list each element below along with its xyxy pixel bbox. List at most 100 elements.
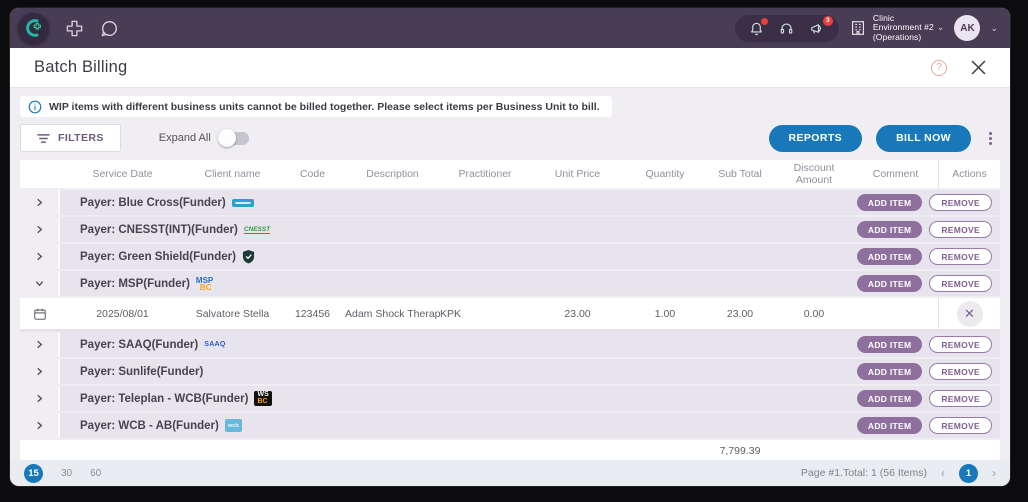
funder-logo-icon [242, 249, 255, 264]
pagination-bar: 15 30 60 Page #1.Total: 1 (56 Items) ‹ 1 › [10, 460, 1010, 486]
column-header: Quantity [645, 168, 685, 180]
remove-button[interactable]: REMOVE [929, 417, 992, 434]
expand-all-label: Expand All [158, 132, 211, 144]
payer-group-row[interactable]: Payer: Green Shield(Funder) ADD ITEM REMOV… [20, 244, 1000, 269]
column-header: Code [299, 168, 326, 180]
user-menu-chevron-icon[interactable]: ⌄ [990, 23, 998, 34]
page-size-15[interactable]: 15 [24, 463, 43, 483]
chevron-right-icon[interactable] [20, 332, 60, 357]
remove-button[interactable]: REMOVE [929, 221, 992, 238]
column-header: Comment [872, 168, 919, 180]
notification-badge [760, 17, 768, 25]
payer-group-row[interactable]: Payer: SAAQ(Funder) SAAQ ADD ITEM REMOVE [20, 332, 1000, 357]
bill-now-button[interactable]: BILL NOW [876, 124, 971, 152]
item-description: Adam Shock Therapy a [345, 307, 440, 320]
building-icon [851, 21, 864, 35]
pagination-summary: Page #1.Total: 1 (56 Items) [800, 467, 927, 479]
chevron-right-icon[interactable] [20, 244, 60, 269]
add-item-button[interactable]: ADD ITEM [856, 221, 923, 238]
announcements-badge: 3 [822, 15, 833, 26]
add-item-button[interactable]: ADD ITEM [856, 275, 923, 292]
chevron-right-icon[interactable] [20, 190, 60, 215]
expand-all-toggle[interactable] [217, 129, 249, 147]
billing-table: Service Date Client name Code Description Pr… [20, 160, 1000, 460]
remove-button[interactable]: REMOVE [929, 275, 992, 292]
chevron-down-icon[interactable] [20, 271, 60, 296]
filter-icon [37, 133, 50, 143]
item-practitioner: KPK [440, 307, 462, 320]
payer-group-row[interactable]: Payer: WCB - AB(Funder) wcb ADD ITEM REMOVE [20, 413, 1000, 438]
messages-icon[interactable] [100, 19, 119, 38]
column-header: Client name [204, 168, 261, 180]
payer-group-row[interactable]: Payer: Teleplan - WCB(Funder) WS BC ADD ITE… [20, 386, 1000, 411]
remove-button[interactable]: REMOVE [929, 194, 992, 211]
billing-item-row[interactable]: 2025/08/01 Salvatore Stella 123456 Adam Sho… [20, 298, 1000, 332]
payer-group-row[interactable]: Payer: Blue Cross(Funder) ADD ITEM REMOVE [20, 190, 1000, 215]
grand-total-value: 7,799.39 [719, 444, 761, 457]
user-avatar[interactable]: AK [954, 15, 981, 41]
item-client-name: Salvatore Stella [195, 307, 270, 320]
page-title: Batch Billing [34, 58, 128, 76]
top-bar: 3 Clinic Environment #2 ⌄ (Operations) AK… [10, 8, 1010, 48]
payer-label: Payer: WCB - AB(Funder) [80, 419, 219, 432]
current-page-button[interactable]: 1 [959, 463, 978, 483]
column-header: Unit Price [554, 168, 601, 180]
column-header: Service Date [92, 168, 153, 180]
toolbar: FILTERS Expand All REPORTS BILL NOW [20, 124, 1000, 152]
remove-button[interactable]: REMOVE [929, 336, 992, 353]
payer-label: Payer: SAAQ(Funder) [80, 338, 199, 351]
chevron-right-icon[interactable] [20, 359, 60, 384]
table-total-row: 7,799.39 [20, 440, 1000, 460]
environment-selector[interactable]: Clinic Environment #2 ⌄ (Operations) [849, 13, 945, 43]
support-headset-icon[interactable] [779, 21, 794, 36]
chevron-down-icon: ⌄ [936, 22, 945, 33]
page-size-30[interactable]: 30 [61, 468, 72, 479]
app-window: 3 Clinic Environment #2 ⌄ (Operations) AK… [10, 8, 1010, 486]
announcements-icon[interactable]: 3 [809, 15, 833, 36]
payer-label: Payer: Blue Cross(Funder) [80, 196, 226, 209]
column-header: Sub Total [718, 168, 762, 180]
info-banner: WIP items with different business units … [20, 96, 612, 117]
calendar-icon [20, 307, 60, 321]
item-quantity: 1.00 [654, 307, 676, 320]
app-logo-icon[interactable] [18, 12, 49, 44]
payer-group-row[interactable]: Payer: MSP(Funder) MSP BC ADD ITEM REMOVE [20, 271, 1000, 296]
add-item-button[interactable]: ADD ITEM [856, 248, 923, 265]
add-item-button[interactable]: ADD ITEM [856, 336, 923, 353]
add-item-button[interactable]: ADD ITEM [856, 390, 923, 407]
more-options-button[interactable] [989, 131, 992, 145]
bell-icon[interactable] [749, 17, 768, 36]
remove-button[interactable]: REMOVE [929, 248, 992, 265]
remove-button[interactable]: REMOVE [929, 390, 992, 407]
chevron-right-icon[interactable] [20, 386, 60, 411]
payer-group-row[interactable]: Payer: Sunlife(Funder) ADD ITEM REMOVE [20, 359, 1000, 384]
payer-group-row[interactable]: Payer: CNESST(INT)(Funder) CNESST ADD ITEM… [20, 217, 1000, 242]
payer-label: Payer: MSP(Funder) [80, 277, 190, 290]
item-unit-price: 23.00 [564, 307, 591, 320]
payer-label: Payer: CNESST(INT)(Funder) [80, 223, 238, 236]
item-sub-total: 23.00 [726, 307, 754, 320]
add-item-button[interactable]: ADD ITEM [856, 194, 923, 211]
add-item-button[interactable]: ADD ITEM [856, 417, 923, 434]
help-icon[interactable]: ? [931, 59, 947, 76]
item-service-date: 2025/08/01 [96, 307, 149, 320]
column-header: Description [366, 168, 419, 180]
next-page-icon[interactable]: › [992, 466, 996, 480]
environment-line3: (Operations) [872, 31, 922, 42]
funder-logo-icon: WS BC [254, 391, 272, 406]
remove-button[interactable]: REMOVE [929, 363, 992, 380]
reports-button[interactable]: REPORTS [768, 124, 863, 152]
item-code: 123456 [294, 307, 331, 320]
filters-button[interactable]: FILTERS [20, 124, 121, 152]
remove-item-button[interactable]: ✕ [956, 300, 983, 327]
close-icon[interactable] [971, 60, 986, 75]
add-item-button[interactable]: ADD ITEM [856, 363, 923, 380]
quick-add-icon[interactable] [65, 19, 84, 38]
funder-logo-icon: CNESST [243, 225, 271, 234]
chevron-right-icon[interactable] [20, 217, 60, 242]
info-banner-text: WIP items with different business units … [49, 100, 600, 113]
page-size-60[interactable]: 60 [90, 468, 101, 479]
notification-tray: 3 [734, 14, 839, 42]
chevron-right-icon[interactable] [20, 413, 60, 438]
prev-page-icon[interactable]: ‹ [941, 466, 945, 480]
